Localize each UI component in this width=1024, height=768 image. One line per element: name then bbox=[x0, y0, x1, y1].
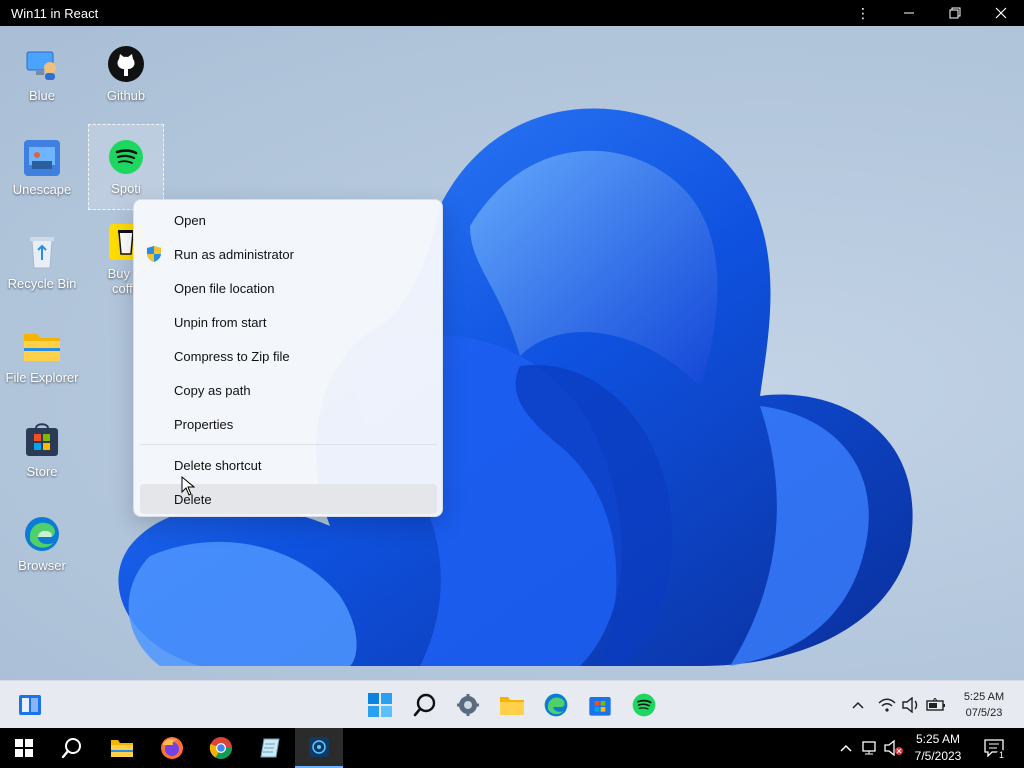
chrome-icon[interactable] bbox=[197, 728, 245, 768]
more-options-icon[interactable]: ⋮ bbox=[840, 0, 886, 26]
minimize-button[interactable] bbox=[886, 0, 932, 26]
menu-item-label: Open file location bbox=[174, 280, 275, 296]
mouse-cursor-icon bbox=[181, 476, 195, 496]
notification-badge: 1 bbox=[996, 750, 1007, 761]
menu-item-label: Copy as path bbox=[174, 382, 251, 398]
widgets-icon[interactable] bbox=[16, 691, 44, 719]
emulator-app-icon[interactable] bbox=[295, 728, 343, 768]
recycle-bin-icon bbox=[22, 232, 62, 272]
desktop-icon-label: Browser bbox=[18, 558, 66, 573]
unescape-icon bbox=[22, 138, 62, 178]
file-explorer-icon[interactable] bbox=[98, 728, 146, 768]
host-taskbar: 5:25 AM 7/5/2023 1 bbox=[0, 728, 1024, 768]
desktop-icon-label: File Explorer bbox=[5, 370, 79, 385]
menu-item-compress-to-zip[interactable]: Compress to Zip file bbox=[140, 341, 437, 371]
notepad-icon[interactable] bbox=[246, 728, 294, 768]
battery-icon[interactable] bbox=[926, 695, 946, 715]
menu-item-label: Open bbox=[174, 212, 206, 228]
edge-icon bbox=[22, 514, 62, 554]
host-clock[interactable]: 5:25 AM 7/5/2023 bbox=[908, 731, 968, 765]
menu-item-label: Unpin from start bbox=[174, 314, 267, 330]
menu-item-label: Run as administrator bbox=[174, 246, 294, 262]
menu-item-open[interactable]: Open bbox=[140, 205, 437, 235]
wifi-icon[interactable] bbox=[877, 695, 897, 715]
desktop-icon-blue[interactable]: Blue bbox=[2, 44, 82, 103]
taskbar-clock[interactable]: 5:25 AM 07/5/23 bbox=[952, 689, 1016, 721]
close-button[interactable] bbox=[978, 0, 1024, 26]
window-titlebar: Win11 in React ⋮ bbox=[0, 0, 1024, 26]
chevron-up-icon[interactable] bbox=[848, 695, 868, 715]
menu-item-run-as-administrator[interactable]: Run as administrator bbox=[140, 239, 437, 269]
menu-item-properties[interactable]: Properties bbox=[140, 409, 437, 439]
chevron-up-icon[interactable] bbox=[836, 738, 856, 758]
desktop-icon-label: Github bbox=[106, 88, 146, 103]
desktop-icon-label: Spoti bbox=[111, 181, 141, 196]
store-icon bbox=[22, 420, 62, 460]
desktop-icon-file-explorer[interactable]: File Explorer bbox=[2, 326, 82, 385]
desktop-icon-recycle-bin[interactable]: Recycle Bin bbox=[2, 232, 82, 291]
desktop-icon-label: Recycle Bin bbox=[7, 276, 77, 291]
taskbar-date: 07/5/23 bbox=[965, 707, 1003, 719]
menu-item-open-file-location[interactable]: Open file location bbox=[140, 273, 437, 303]
firefox-icon[interactable] bbox=[148, 728, 196, 768]
search-icon[interactable] bbox=[411, 691, 439, 719]
desktop-icon-label: Store bbox=[26, 464, 58, 479]
store-icon[interactable] bbox=[586, 691, 614, 719]
host-time: 5:25 AM bbox=[915, 732, 961, 746]
desktop-icon-github[interactable]: Github bbox=[86, 44, 166, 103]
windows-start-icon[interactable] bbox=[0, 728, 48, 768]
menu-item-unpin-from-start[interactable]: Unpin from start bbox=[140, 307, 437, 337]
network-icon[interactable] bbox=[860, 738, 880, 758]
spotify-icon[interactable] bbox=[630, 691, 658, 719]
desktop-icon-spotify[interactable]: Spoti bbox=[88, 124, 164, 210]
desktop[interactable]: Blue Github Unescape Spoti Recycle Bin B… bbox=[0, 26, 1024, 680]
taskbar-time: 5:25 AM bbox=[963, 691, 1005, 703]
settings-icon[interactable] bbox=[454, 691, 482, 719]
volume-muted-icon[interactable] bbox=[884, 738, 904, 758]
desktop-icon-label: Blue bbox=[28, 88, 56, 103]
shield-icon bbox=[146, 245, 164, 263]
search-icon[interactable] bbox=[48, 728, 96, 768]
desktop-icon-label: Unescape bbox=[12, 182, 72, 197]
host-date: 7/5/2023 bbox=[914, 749, 962, 763]
start-icon[interactable] bbox=[366, 691, 394, 719]
desktop-icon-unescape[interactable]: Unescape bbox=[2, 138, 82, 197]
edge-icon[interactable] bbox=[542, 691, 570, 719]
win11-taskbar: 5:25 AM 07/5/23 bbox=[0, 680, 1024, 728]
menu-item-copy-as-path[interactable]: Copy as path bbox=[140, 375, 437, 405]
context-menu: Open Run as administrator Open file loca… bbox=[133, 199, 443, 517]
menu-item-label: Delete shortcut bbox=[174, 457, 262, 473]
github-icon bbox=[106, 44, 146, 84]
menu-item-label: Compress to Zip file bbox=[174, 348, 290, 364]
spotify-icon bbox=[106, 137, 146, 177]
blue-computer-icon bbox=[22, 44, 62, 84]
desktop-icon-store[interactable]: Store bbox=[2, 420, 82, 479]
menu-item-label: Properties bbox=[174, 416, 234, 432]
volume-icon[interactable] bbox=[901, 695, 921, 715]
desktop-icon-browser[interactable]: Browser bbox=[2, 514, 82, 573]
file-explorer-icon[interactable] bbox=[498, 691, 526, 719]
restore-button[interactable] bbox=[932, 0, 978, 26]
menu-separator bbox=[140, 444, 437, 445]
window-title: Win11 in React bbox=[11, 5, 99, 21]
folder-icon bbox=[22, 326, 62, 366]
